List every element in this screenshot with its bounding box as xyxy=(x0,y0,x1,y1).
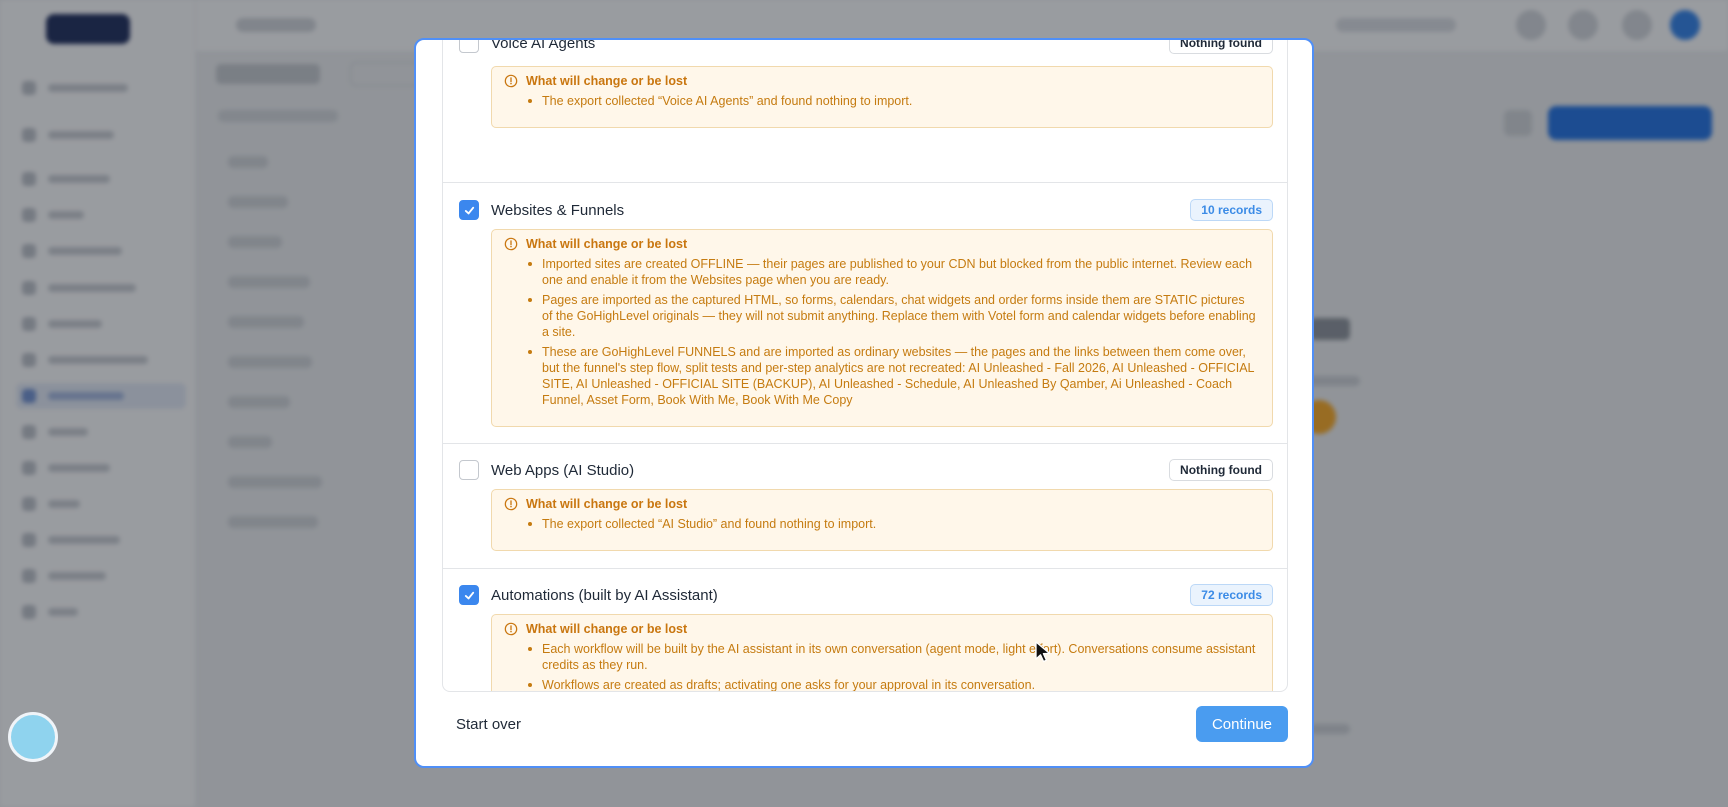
warning-circle-icon xyxy=(504,237,518,251)
section-checkbox[interactable] xyxy=(459,460,479,480)
import-review-modal: Voice AI Agents Nothing found What will … xyxy=(414,38,1314,768)
continue-button[interactable]: Continue xyxy=(1196,706,1288,742)
warning-header: What will change or be lost xyxy=(504,237,687,251)
help-chat-bubble[interactable] xyxy=(8,712,58,762)
warning-title: What will change or be lost xyxy=(526,237,688,251)
warning-title: What will change or be lost xyxy=(526,622,688,636)
warning-box: What will change or be lost Each workflo… xyxy=(491,614,1273,691)
section-title: Web Apps (AI Studio) xyxy=(491,461,635,479)
warning-header: What will change or be lost xyxy=(504,74,687,88)
section-automations: Automations (built by AI Assistant) 72 r… xyxy=(443,569,1287,691)
section-title: Automations (built by AI Assistant) xyxy=(491,586,718,604)
section-checkbox[interactable] xyxy=(459,40,479,53)
warning-item: Pages are imported as the captured HTML,… xyxy=(528,292,1258,340)
status-badge: Nothing found xyxy=(1169,40,1273,54)
warning-item: These are GoHighLevel FUNNELS and are im… xyxy=(528,344,1258,408)
check-icon xyxy=(464,206,474,214)
section-voice-ai-agents: Voice AI Agents Nothing found What will … xyxy=(443,40,1287,183)
warning-circle-icon xyxy=(504,622,518,636)
section-header: Voice AI Agents Nothing found xyxy=(459,40,1273,54)
warning-title: What will change or be lost xyxy=(526,497,688,511)
records-badge: 72 records xyxy=(1190,584,1273,606)
warning-item: Workflows are created as drafts; activat… xyxy=(528,677,1258,691)
warning-list: Each workflow will be built by the AI as… xyxy=(528,641,1258,691)
check-icon xyxy=(464,591,474,599)
records-badge: 10 records xyxy=(1190,199,1273,221)
warning-header: What will change or be lost xyxy=(504,497,687,511)
section-checkbox[interactable] xyxy=(459,200,479,220)
warning-title: What will change or be lost xyxy=(526,74,688,88)
section-header: Automations (built by AI Assistant) 72 r… xyxy=(459,584,1273,606)
warning-circle-icon xyxy=(504,74,518,88)
start-over-button[interactable]: Start over xyxy=(456,716,521,733)
warning-header: What will change or be lost xyxy=(504,622,687,636)
status-badge: Nothing found xyxy=(1169,459,1273,481)
section-websites-funnels: Websites & Funnels 10 records What will … xyxy=(443,183,1287,444)
warning-item: The export collected “AI Studio” and fou… xyxy=(528,516,1258,532)
warning-list: The export collected “AI Studio” and fou… xyxy=(528,516,1258,536)
warning-box: What will change or be lost Imported sit… xyxy=(491,229,1273,427)
warning-box: What will change or be lost The export c… xyxy=(491,66,1273,128)
warning-circle-icon xyxy=(504,497,518,511)
section-header: Websites & Funnels 10 records xyxy=(459,199,1273,221)
warning-item: The export collected “Voice AI Agents” a… xyxy=(528,93,1258,109)
import-sections: Voice AI Agents Nothing found What will … xyxy=(442,40,1288,692)
warning-list: The export collected “Voice AI Agents” a… xyxy=(528,93,1258,113)
warning-box: What will change or be lost The export c… xyxy=(491,489,1273,551)
warning-list: Imported sites are created OFFLINE — the… xyxy=(528,256,1258,412)
warning-item: Imported sites are created OFFLINE — the… xyxy=(528,256,1258,288)
warning-item: Each workflow will be built by the AI as… xyxy=(528,641,1258,673)
section-checkbox[interactable] xyxy=(459,585,479,605)
section-title: Websites & Funnels xyxy=(491,201,625,219)
cursor-arrow-icon xyxy=(1035,641,1051,663)
section-header: Web Apps (AI Studio) Nothing found xyxy=(459,459,1273,481)
section-web-apps: Web Apps (AI Studio) Nothing found What … xyxy=(443,444,1287,569)
section-title: Voice AI Agents xyxy=(491,40,596,52)
